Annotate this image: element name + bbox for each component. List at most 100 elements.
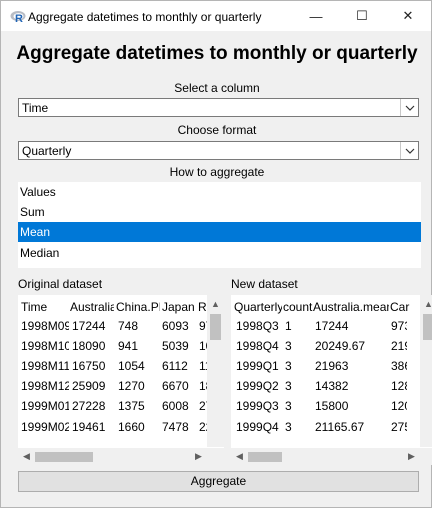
table-cell: 10 (199, 339, 207, 353)
column-header[interactable]: China.PR (116, 297, 160, 317)
title-bar[interactable]: R Aggregate datetimes to monthly or quar… (1, 1, 431, 31)
table-cell: 3 (285, 339, 292, 353)
vertical-scrollbar[interactable]: ▲ (207, 295, 224, 447)
table-cell: 7478 (162, 420, 189, 434)
table-cell: 219 (391, 339, 407, 353)
table-cell: 128 (391, 379, 407, 393)
select-column-value: Time (22, 101, 49, 115)
table-cell: 97 (199, 319, 207, 333)
table-cell: 19461 (72, 420, 106, 434)
aggregate-method-list[interactable]: Values Sum Mean Median (18, 182, 421, 268)
table-cell: 6008 (162, 399, 189, 413)
table-cell: 1660 (118, 420, 145, 434)
page-title: Aggregate datetimes to monthly or quarte… (16, 43, 418, 64)
close-icon: ✕ (402, 8, 414, 23)
table-cell: 1999Q1 (236, 359, 279, 373)
table-cell: 1998M10 (21, 339, 69, 353)
background-window-edge (432, 0, 438, 510)
table-cell: 3 (285, 399, 292, 413)
table-cell: 1998M09 (21, 319, 69, 333)
table-cell: 14382 (315, 379, 349, 393)
table-cell: 1375 (118, 399, 145, 413)
list-item-selected[interactable]: Mean (18, 222, 421, 242)
table-cell: 25909 (72, 379, 106, 393)
chevron-right-icon[interactable]: ▶ (190, 448, 207, 465)
chevron-right-icon[interactable]: ▶ (403, 448, 420, 465)
table-cell: 1999Q4 (236, 420, 279, 434)
table-cell: 6112 (162, 359, 188, 373)
table-cell: 1270 (118, 379, 145, 393)
table-cell: 1054 (118, 359, 145, 373)
column-header[interactable]: Time (21, 297, 69, 317)
table-cell: 17244 (72, 319, 106, 333)
scroll-thumb[interactable] (35, 452, 93, 462)
maximize-icon: ☐ (356, 8, 368, 23)
table-cell: 386 (391, 359, 407, 373)
list-item[interactable]: Values (18, 182, 421, 202)
table-cell: 1998M11 (21, 359, 69, 373)
column-header[interactable]: Australia.mean (313, 297, 389, 317)
new-dataset-table[interactable]: Quarterly count Australia.mean Car 1998Q… (231, 295, 437, 465)
column-header[interactable]: Car (390, 297, 420, 317)
table-cell: 11 (199, 359, 207, 373)
chevron-down-icon[interactable] (400, 99, 418, 116)
table-cell: 27 (199, 399, 207, 413)
column-header[interactable]: Quarterly (234, 297, 282, 317)
column-header[interactable]: Australia (70, 297, 114, 317)
table-cell: 6093 (162, 319, 189, 333)
list-item[interactable]: Median (18, 243, 421, 263)
table-cell: 15800 (315, 399, 349, 413)
column-header[interactable]: count (283, 297, 313, 317)
table-cell: 748 (118, 319, 139, 333)
table-cell: 1998Q3 (236, 319, 279, 333)
table-cell: 16750 (72, 359, 106, 373)
table-cell: 18090 (72, 339, 106, 353)
r-logo-icon: R (10, 11, 26, 23)
horizontal-scrollbar[interactable]: ◀ ▶ (231, 448, 437, 465)
svg-text:R: R (15, 13, 23, 23)
table-cell: 941 (118, 339, 139, 353)
table-cell: 5039 (162, 339, 189, 353)
how-to-aggregate-label: How to aggregate (169, 165, 265, 179)
close-button[interactable]: ✕ (385, 1, 431, 31)
table-cell: 22 (199, 420, 207, 434)
table-cell: 1 (285, 319, 292, 333)
choose-format-dropdown[interactable]: Quarterly (18, 141, 419, 160)
select-column-label: Select a column (174, 81, 260, 95)
table-cell: 20249.67 (315, 339, 366, 353)
column-header[interactable]: Japan (162, 297, 194, 317)
table-cell: 21165.67 (315, 420, 365, 434)
aggregate-button[interactable]: Aggregate (18, 471, 419, 492)
table-cell: 1999Q3 (236, 399, 279, 413)
horizontal-scrollbar[interactable]: ◀ ▶ (18, 448, 224, 465)
table-cell: 17244 (315, 319, 349, 333)
chevron-left-icon[interactable]: ◀ (231, 448, 248, 465)
chevron-down-icon[interactable] (400, 142, 418, 159)
table-cell: 21963 (315, 359, 349, 373)
table-cell: 3 (285, 420, 292, 434)
app-window: R Aggregate datetimes to monthly or quar… (0, 0, 437, 508)
scroll-thumb[interactable] (210, 314, 221, 340)
minimize-icon: — (309, 8, 323, 24)
original-dataset-table[interactable]: Time Australia China.PR Japan Re 1998M09… (18, 295, 224, 465)
list-item[interactable]: Sum (18, 202, 421, 222)
select-column-dropdown[interactable]: Time (18, 98, 419, 117)
table-cell: 6670 (162, 379, 189, 393)
scroll-thumb[interactable] (248, 452, 282, 462)
maximize-button[interactable]: ☐ (339, 1, 385, 31)
minimize-button[interactable]: — (293, 1, 339, 31)
table-cell: 275 (391, 420, 407, 434)
window-title: Aggregate datetimes to monthly or quarte… (28, 10, 262, 24)
table-cell: 18 (199, 379, 207, 393)
choose-format-value: Quarterly (22, 144, 72, 158)
table-cell: 3 (285, 359, 292, 373)
choose-format-label: Choose format (177, 123, 257, 137)
table-cell: 1998M12 (21, 379, 69, 393)
table-cell: 3 (285, 379, 292, 393)
table-cell: 1998Q4 (236, 339, 279, 353)
chevron-left-icon[interactable]: ◀ (18, 448, 35, 465)
chevron-up-icon[interactable]: ▲ (207, 295, 224, 312)
new-dataset-label: New dataset (231, 277, 298, 291)
table-cell: 120 (391, 399, 407, 413)
table-cell: 1999Q2 (236, 379, 279, 393)
